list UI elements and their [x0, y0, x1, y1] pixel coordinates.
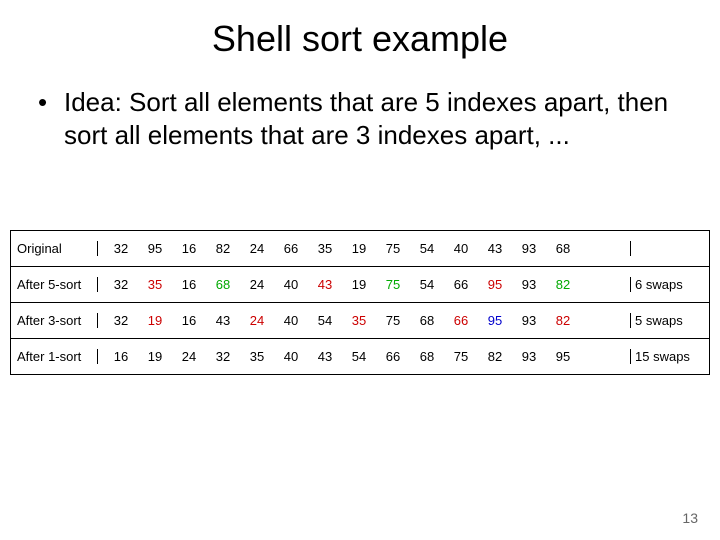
value-cell: 54	[410, 277, 444, 292]
value-cell: 19	[342, 241, 376, 256]
value-cell: 66	[444, 313, 478, 328]
value-cell: 82	[206, 241, 240, 256]
value-cell: 95	[478, 313, 512, 328]
value-cell: 68	[206, 277, 240, 292]
row-values: 1619243235404354666875829395	[98, 349, 631, 364]
value-cell: 82	[478, 349, 512, 364]
value-cell: 43	[308, 349, 342, 364]
value-cell: 93	[512, 277, 546, 292]
table-row: After 1-sort 161924323540435466687582939…	[11, 338, 709, 374]
value-cell: 66	[444, 277, 478, 292]
row-label: After 5-sort	[13, 277, 98, 292]
row-swaps: 15 swaps	[631, 349, 707, 364]
value-cell: 93	[512, 313, 546, 328]
value-cell: 24	[172, 349, 206, 364]
value-cell: 32	[206, 349, 240, 364]
value-cell: 54	[308, 313, 342, 328]
value-cell: 40	[274, 313, 308, 328]
value-cell: 68	[410, 313, 444, 328]
value-cell: 40	[274, 349, 308, 364]
row-swaps: 6 swaps	[631, 277, 707, 292]
value-cell: 66	[376, 349, 410, 364]
value-cell: 43	[206, 313, 240, 328]
row-values: 3295168224663519755440439368	[98, 241, 631, 256]
shell-sort-table: Original 3295168224663519755440439368 Af…	[10, 230, 710, 375]
value-cell: 40	[274, 277, 308, 292]
bullet-item: Idea: Sort all elements that are 5 index…	[34, 86, 680, 151]
value-cell: 68	[546, 241, 580, 256]
table-row: Original 3295168224663519755440439368	[11, 231, 709, 266]
slide-title: Shell sort example	[0, 0, 720, 60]
page-number: 13	[682, 510, 698, 526]
value-cell: 43	[478, 241, 512, 256]
value-cell: 82	[546, 277, 580, 292]
value-cell: 35	[342, 313, 376, 328]
value-cell: 24	[240, 313, 274, 328]
value-cell: 95	[138, 241, 172, 256]
bullet-list: Idea: Sort all elements that are 5 index…	[0, 60, 720, 151]
value-cell: 82	[546, 313, 580, 328]
value-cell: 16	[172, 241, 206, 256]
value-cell: 95	[546, 349, 580, 364]
value-cell: 16	[172, 277, 206, 292]
value-cell: 19	[342, 277, 376, 292]
value-cell: 75	[376, 241, 410, 256]
value-cell: 16	[104, 349, 138, 364]
value-cell: 16	[172, 313, 206, 328]
value-cell: 24	[240, 277, 274, 292]
value-cell: 75	[444, 349, 478, 364]
value-cell: 35	[308, 241, 342, 256]
row-label: Original	[13, 241, 98, 256]
value-cell: 93	[512, 241, 546, 256]
value-cell: 54	[342, 349, 376, 364]
value-cell: 40	[444, 241, 478, 256]
value-cell: 32	[104, 277, 138, 292]
row-values: 3235166824404319755466959382	[98, 277, 631, 292]
value-cell: 43	[308, 277, 342, 292]
value-cell: 32	[104, 313, 138, 328]
value-cell: 93	[512, 349, 546, 364]
value-cell: 19	[138, 313, 172, 328]
value-cell: 54	[410, 241, 444, 256]
value-cell: 75	[376, 277, 410, 292]
value-cell: 24	[240, 241, 274, 256]
row-values: 3219164324405435756866959382	[98, 313, 631, 328]
table-row: After 5-sort 323516682440431975546695938…	[11, 266, 709, 302]
row-swaps: 5 swaps	[631, 313, 707, 328]
value-cell: 95	[478, 277, 512, 292]
row-label: After 1-sort	[13, 349, 98, 364]
value-cell: 35	[240, 349, 274, 364]
value-cell: 35	[138, 277, 172, 292]
value-cell: 75	[376, 313, 410, 328]
table-row: After 3-sort 321916432440543575686695938…	[11, 302, 709, 338]
row-label: After 3-sort	[13, 313, 98, 328]
value-cell: 19	[138, 349, 172, 364]
value-cell: 68	[410, 349, 444, 364]
value-cell: 32	[104, 241, 138, 256]
value-cell: 66	[274, 241, 308, 256]
